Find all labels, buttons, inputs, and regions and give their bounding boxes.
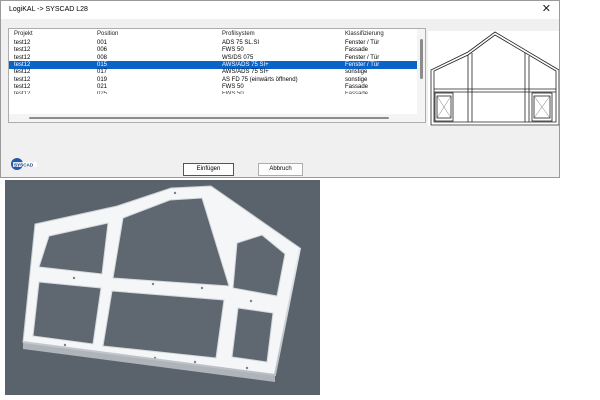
close-icon[interactable]: ✕ (542, 3, 551, 15)
syscad-logo: SYSCAD (10, 157, 40, 171)
window-title: LogiKAL -> SYSCAD L28 (9, 6, 88, 13)
cancel-button[interactable]: Abbruch (258, 163, 303, 176)
column-header-profilsystem[interactable]: Profilsystem (222, 30, 255, 38)
syscad-import-dialog: LogiKAL -> SYSCAD L28 ✕ Projekt Position… (0, 0, 560, 178)
element-preview-2d (428, 31, 560, 126)
column-header-projekt[interactable]: Projekt (14, 30, 33, 38)
column-header-klassifizierung[interactable]: Klassifizierung (345, 30, 384, 38)
table-row-partial[interactable]: test12 025 FWS 50 Fassade (9, 90, 419, 94)
horizontal-scroll-thumb[interactable] (29, 117, 389, 119)
cell-projekt: test12 (14, 91, 31, 95)
cell-position: 025 (97, 91, 108, 95)
list-header: Projekt Position Profilsystem Klassifizi… (9, 30, 419, 38)
vertical-scroll-thumb[interactable] (420, 39, 423, 79)
position-list[interactable]: Projekt Position Profilsystem Klassifizi… (8, 28, 426, 123)
title-bar: LogiKAL -> SYSCAD L28 ✕ (1, 1, 559, 19)
cell-klassifizierung: Fassade (345, 91, 369, 95)
svg-text:SYSCAD: SYSCAD (14, 162, 34, 167)
3d-viewport[interactable] (5, 180, 320, 395)
cell-profilsystem: FWS 50 (222, 91, 244, 95)
horizontal-scrollbar[interactable] (9, 114, 419, 122)
facade-drawing (430, 31, 560, 126)
vertical-scrollbar[interactable] (417, 29, 425, 122)
syscad-logo-graphic: SYSCAD (11, 158, 37, 170)
column-header-position[interactable]: Position (97, 30, 118, 38)
facade-3d-model[interactable] (5, 180, 320, 395)
insert-button[interactable]: Einfügen (183, 163, 234, 176)
